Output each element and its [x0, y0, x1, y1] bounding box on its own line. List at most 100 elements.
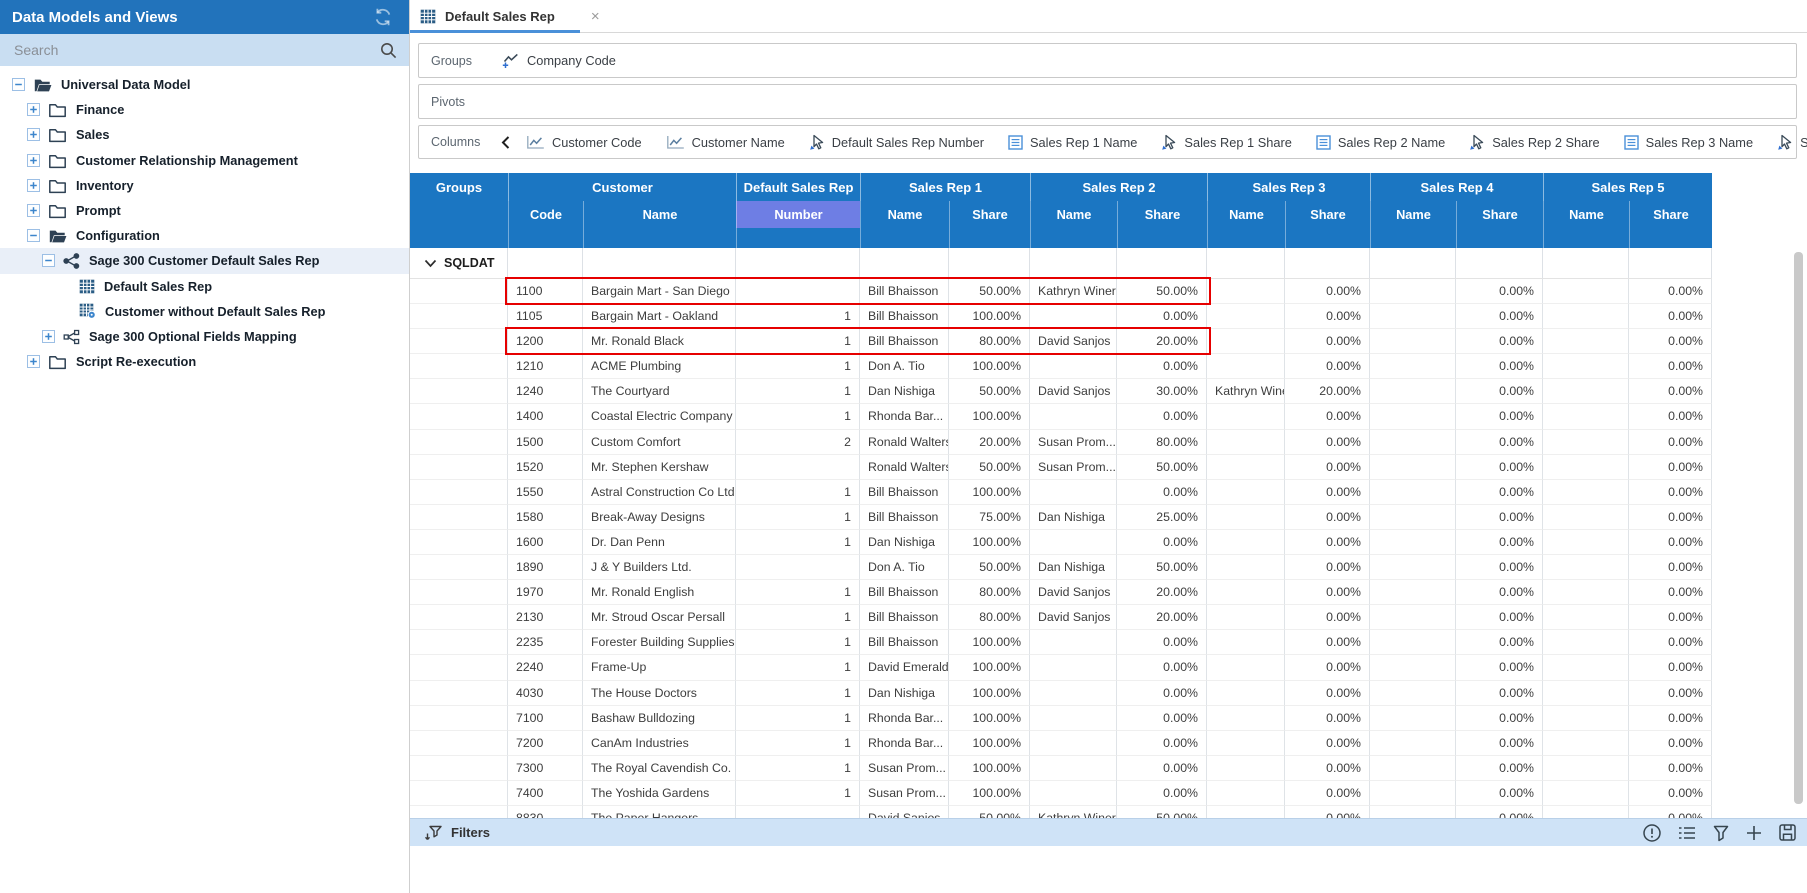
cell-sr5-name[interactable]: [1543, 530, 1629, 555]
cell-sr3-share[interactable]: 0.00%: [1285, 455, 1370, 480]
cell-code[interactable]: 1240: [508, 379, 583, 404]
cell-sr4-name[interactable]: [1370, 329, 1456, 354]
table-row[interactable]: 1210ACME Plumbing1Don A. Tio100.00%0.00%…: [410, 354, 1712, 379]
table-row[interactable]: 7100Bashaw Bulldozing1Rhonda Bar...100.0…: [410, 706, 1712, 731]
cell-sr2-share[interactable]: 20.00%: [1117, 605, 1207, 630]
cell-sr4-share[interactable]: 0.00%: [1456, 505, 1543, 530]
cell-sr5-name[interactable]: [1543, 379, 1629, 404]
cell-sr2-name[interactable]: David Sanjos: [1030, 379, 1117, 404]
cell-sr1-name[interactable]: Bill Bhaisson: [860, 580, 949, 605]
cell-code[interactable]: 4030: [508, 681, 583, 706]
tree-item-sales[interactable]: Sales: [0, 122, 409, 147]
cell-sr3-share[interactable]: 0.00%: [1285, 630, 1370, 655]
cell-code[interactable]: 1520: [508, 455, 583, 480]
cell-sr2-share[interactable]: 50.00%: [1117, 555, 1207, 580]
cell-sr2-share[interactable]: 50.00%: [1117, 279, 1207, 304]
cell-sr5-share[interactable]: 0.00%: [1629, 655, 1712, 680]
cell-sr2-name[interactable]: David Sanjos: [1030, 580, 1117, 605]
cell-sr2-share[interactable]: 0.00%: [1117, 756, 1207, 781]
cell-number[interactable]: 1: [736, 781, 860, 806]
cell-code[interactable]: 1100: [508, 279, 583, 304]
cell-sr5-share[interactable]: 0.00%: [1629, 354, 1712, 379]
chevron-down-icon[interactable]: [424, 259, 437, 268]
cell-name[interactable]: Bashaw Bulldozing: [583, 706, 736, 731]
cell-sr1-name[interactable]: Dan Nishiga: [860, 530, 949, 555]
cell-sr4-name[interactable]: [1370, 530, 1456, 555]
table-row[interactable]: 7300The Royal Cavendish Co.1Susan Prom..…: [410, 756, 1712, 781]
cell-sr1-name[interactable]: Bill Bhaisson: [860, 605, 949, 630]
cell-sr3-share[interactable]: 0.00%: [1285, 781, 1370, 806]
cell-sr5-name[interactable]: [1543, 630, 1629, 655]
cell-sr1-share[interactable]: 50.00%: [949, 455, 1030, 480]
cell-groups[interactable]: [410, 756, 508, 781]
cell-sr5-name[interactable]: [1543, 404, 1629, 429]
cell-code[interactable]: 1600: [508, 530, 583, 555]
chip-customer-code[interactable]: Customer Code: [526, 135, 642, 150]
cell-sr5-share[interactable]: 0.00%: [1629, 555, 1712, 580]
cell-sr3-name[interactable]: [1207, 630, 1285, 655]
tree-item-inventory[interactable]: Inventory: [0, 173, 409, 198]
cell-sr4-name[interactable]: [1370, 555, 1456, 580]
cell-sr3-name[interactable]: [1207, 605, 1285, 630]
cell-sr2-share[interactable]: 30.00%: [1117, 379, 1207, 404]
cell-sr4-name[interactable]: [1370, 756, 1456, 781]
cell-number[interactable]: 1: [736, 329, 860, 354]
column-header-sr5-share[interactable]: Share: [1629, 201, 1712, 248]
chip-sales-rep-1-share[interactable]: Sales Rep 1 Share: [1161, 134, 1291, 151]
save-icon[interactable]: [1778, 823, 1797, 842]
cell-sr4-name[interactable]: [1370, 480, 1456, 505]
cell-sr4-share[interactable]: 0.00%: [1456, 655, 1543, 680]
cell-sr2-name[interactable]: Susan Prom...: [1030, 430, 1117, 455]
cell-sr3-share[interactable]: 0.00%: [1285, 731, 1370, 756]
table-row[interactable]: 1600Dr. Dan Penn1Dan Nishiga100.00%0.00%…: [410, 530, 1712, 555]
cell-code[interactable]: 2130: [508, 605, 583, 630]
column-group-header-sales-rep-5[interactable]: Sales Rep 5: [1543, 173, 1712, 201]
cell-sr3-name[interactable]: [1207, 455, 1285, 480]
cell-name[interactable]: Frame-Up: [583, 655, 736, 680]
table-row[interactable]: 2240Frame-Up1David Emerald100.00%0.00%0.…: [410, 655, 1712, 680]
cell-sr2-name[interactable]: [1030, 655, 1117, 680]
cell-groups[interactable]: [410, 329, 508, 354]
cell-sr3-share[interactable]: 0.00%: [1285, 279, 1370, 304]
chip-default-sales-rep-number[interactable]: Default Sales Rep Number: [809, 134, 984, 151]
cell-number[interactable]: 1: [736, 304, 860, 329]
cell-name[interactable]: Astral Construction Co Ltd.: [583, 480, 736, 505]
cell-number[interactable]: 1: [736, 580, 860, 605]
cell-number[interactable]: 2: [736, 430, 860, 455]
cell-name[interactable]: CanAm Industries: [583, 731, 736, 756]
cell-sr5-share[interactable]: 0.00%: [1629, 379, 1712, 404]
cell-sr5-name[interactable]: [1543, 580, 1629, 605]
cell-sr2-name[interactable]: [1030, 681, 1117, 706]
cell-sr3-share[interactable]: 0.00%: [1285, 404, 1370, 429]
cell-sr3-name[interactable]: Kathryn Winer: [1207, 379, 1285, 404]
cell-sr5-share[interactable]: 0.00%: [1629, 404, 1712, 429]
table-row[interactable]: 1500Custom Comfort2Ronald Walters20.00%S…: [410, 430, 1712, 455]
cell-sr3-name[interactable]: [1207, 505, 1285, 530]
cell-code[interactable]: 1890: [508, 555, 583, 580]
cell-sr1-name[interactable]: Susan Prom...: [860, 756, 949, 781]
cell-sr5-name[interactable]: [1543, 304, 1629, 329]
cell-groups[interactable]: [410, 655, 508, 680]
cell-sr5-share[interactable]: 0.00%: [1629, 455, 1712, 480]
cell-sr5-name[interactable]: [1543, 655, 1629, 680]
chevron-left-icon[interactable]: [501, 136, 510, 149]
cell-sr4-share[interactable]: 0.00%: [1456, 681, 1543, 706]
cell-groups[interactable]: [410, 379, 508, 404]
chip-sales-rep-2-share[interactable]: Sales Rep 2 Share: [1469, 134, 1599, 151]
cell-number[interactable]: 1: [736, 655, 860, 680]
cell-sr1-share[interactable]: 50.00%: [949, 379, 1030, 404]
cell-sr5-name[interactable]: [1543, 781, 1629, 806]
cell-sr2-share[interactable]: 0.00%: [1117, 731, 1207, 756]
cell-sr1-share[interactable]: 80.00%: [949, 605, 1030, 630]
cell-sr3-share[interactable]: 0.00%: [1285, 530, 1370, 555]
cell-groups[interactable]: [410, 480, 508, 505]
cell-sr3-name[interactable]: [1207, 530, 1285, 555]
cell-name[interactable]: J & Y Builders Ltd.: [583, 555, 736, 580]
cell-sr4-name[interactable]: [1370, 605, 1456, 630]
cell-sr2-name[interactable]: [1030, 304, 1117, 329]
cell-sr3-share[interactable]: 0.00%: [1285, 304, 1370, 329]
cell-sr2-name[interactable]: Dan Nishiga: [1030, 505, 1117, 530]
cell-sr4-name[interactable]: [1370, 404, 1456, 429]
chip-customer-name[interactable]: Customer Name: [666, 135, 785, 150]
cell-sr4-share[interactable]: 0.00%: [1456, 756, 1543, 781]
